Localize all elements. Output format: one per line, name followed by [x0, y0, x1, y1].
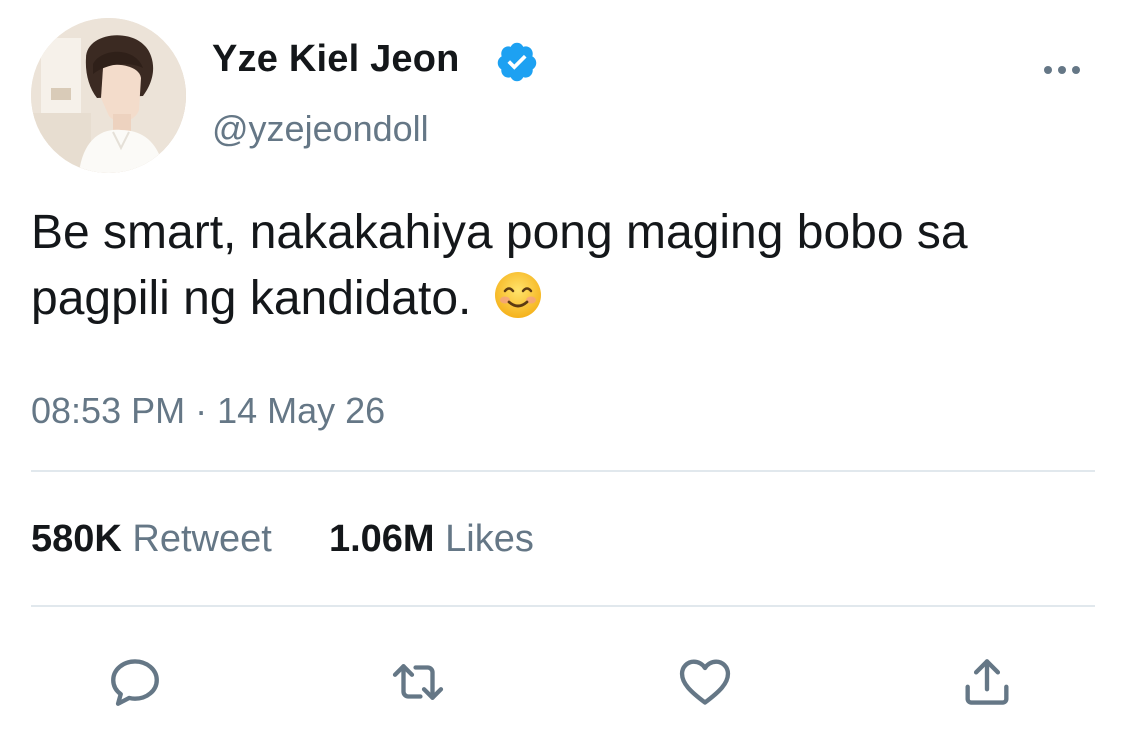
- divider: [31, 605, 1095, 607]
- retweet-icon: [392, 664, 444, 700]
- avatar[interactable]: [31, 18, 186, 173]
- retweet-label: Retweet: [132, 518, 272, 560]
- divider: [31, 470, 1095, 472]
- retweet-button[interactable]: [389, 653, 447, 711]
- tweet-card: Yze Kiel Jeon @yzejeondoll Be smart, nak…: [0, 0, 1125, 734]
- tweet-text: Be smart, nakakahiya pong maging bobo sa…: [31, 200, 1101, 332]
- heart-icon: [679, 659, 731, 705]
- engagement-stats: 580K Retweet 1.06M Likes: [31, 518, 534, 561]
- share-button[interactable]: [958, 653, 1016, 711]
- verified-badge-icon: [497, 42, 537, 82]
- reply-icon: [111, 659, 159, 706]
- reply-button[interactable]: [106, 653, 164, 711]
- like-button[interactable]: [676, 653, 734, 711]
- likes-label: Likes: [445, 518, 534, 560]
- more-options-icon[interactable]: [1038, 58, 1086, 82]
- display-name[interactable]: Yze Kiel Jeon: [212, 38, 460, 81]
- tweet-timestamp[interactable]: 08:53 PM · 14 May 26: [31, 390, 385, 432]
- share-icon: [965, 659, 1009, 705]
- retweet-stat[interactable]: 580K Retweet: [31, 518, 282, 560]
- user-handle[interactable]: @yzejeondoll: [212, 108, 429, 150]
- likes-count: 1.06M: [328, 518, 435, 560]
- likes-stat[interactable]: 1.06M Likes: [329, 518, 534, 560]
- smiling-face-icon: [494, 272, 541, 318]
- retweet-count: 580K: [31, 518, 122, 560]
